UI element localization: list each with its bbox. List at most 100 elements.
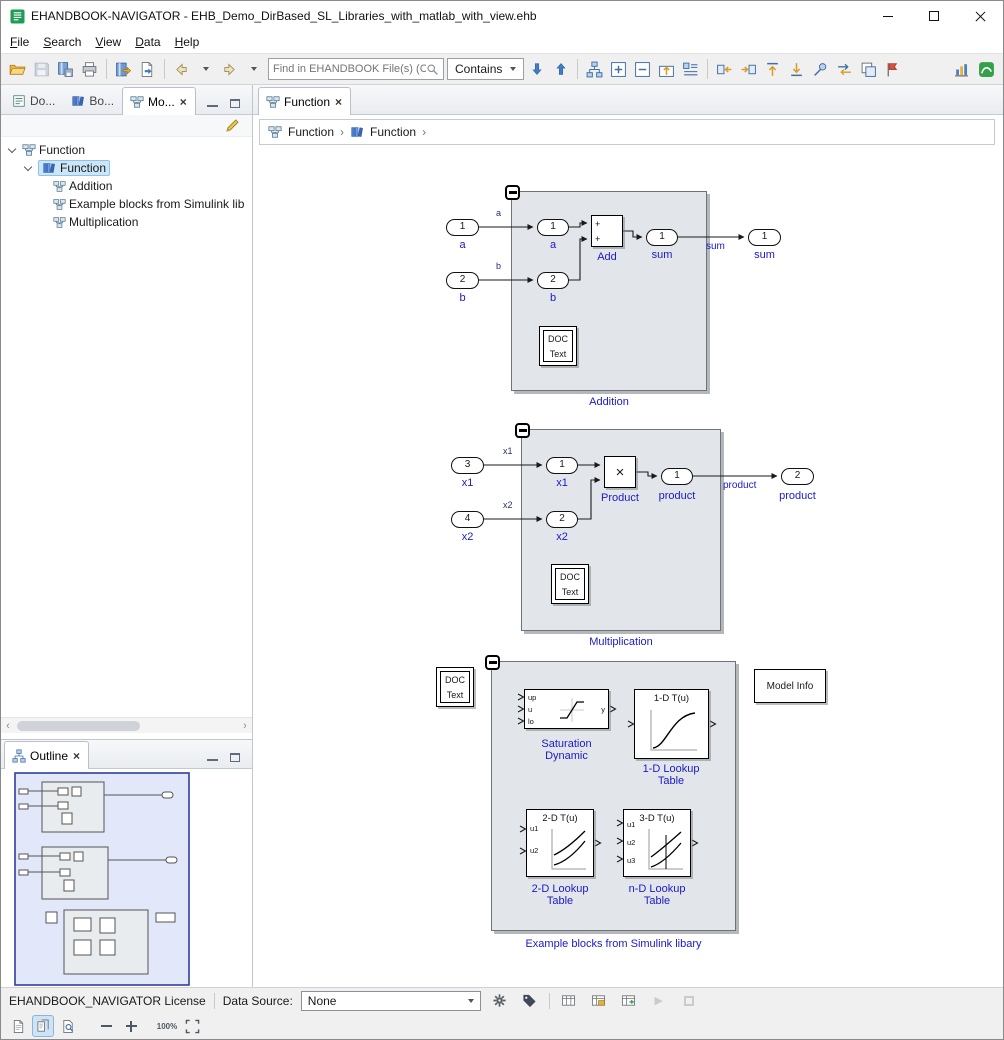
find-next-button[interactable] [525, 57, 548, 81]
goto-parent-button[interactable] [655, 57, 678, 81]
doc-text-block[interactable]: DOC Text [436, 667, 474, 707]
breadcrumb-item-function[interactable]: Function [288, 125, 334, 139]
lookup-2d-block[interactable]: 2-D T(u) u1 u2 [526, 809, 594, 877]
tree-horizontal-scrollbar[interactable]: ‹ › [1, 717, 252, 733]
export-book-button[interactable] [112, 57, 135, 81]
tab-document[interactable]: Do... [4, 87, 63, 114]
tree-item-addition[interactable]: Addition [1, 177, 252, 195]
inport-block[interactable]: 3 [451, 457, 484, 474]
zoom-in-button[interactable] [120, 1015, 142, 1037]
link-selection-button[interactable] [833, 57, 856, 81]
open-in-matlab-button[interactable] [975, 57, 998, 81]
tree-item-function[interactable]: Function [1, 159, 252, 177]
inner-inport-block[interactable]: 1 [537, 219, 569, 236]
lookup-1d-block[interactable]: 1-D T(u) [634, 689, 709, 759]
expand-subsystem-button[interactable] [607, 57, 630, 81]
zoom-100-button[interactable]: 100% [156, 1015, 178, 1037]
model-canvas[interactable]: 1 a 2 b a b 1 a 2 b + + Add 1 sum sum 1 … [253, 149, 1003, 987]
maximize-view-button[interactable] [230, 99, 240, 108]
doc-text-block[interactable]: DOC Text [551, 564, 589, 604]
tree-item-multiplication[interactable]: Multiplication [1, 213, 252, 231]
model-tree[interactable]: Function Function Addition Example block… [1, 137, 252, 717]
model-info-block[interactable]: Model Info [754, 669, 826, 703]
scroll-right-icon[interactable]: › [238, 719, 252, 733]
outport-block[interactable]: 1 [646, 229, 678, 246]
data-source-select[interactable]: None [301, 991, 481, 1011]
search-input[interactable] [273, 63, 426, 75]
tab-function[interactable]: Function × [258, 87, 351, 115]
selected-tree-item[interactable]: Function [38, 160, 110, 176]
scrollbar-track[interactable] [15, 720, 238, 732]
collapse-subsystem-button[interactable] [631, 57, 654, 81]
inner-inport-block[interactable]: 2 [546, 511, 578, 528]
back-history-dropdown[interactable] [194, 57, 217, 81]
saturation-dynamic-block[interactable]: up u lo y [524, 689, 609, 729]
fit-to-view-button[interactable] [181, 1015, 203, 1037]
copy-view-button[interactable] [857, 57, 880, 81]
start-measure-button[interactable]: ▶ [648, 990, 670, 1012]
product-block[interactable]: × [604, 456, 636, 488]
save-button[interactable] [30, 57, 53, 81]
multiplication-collapse-button[interactable] [515, 423, 530, 438]
navigate-back-button[interactable] [170, 57, 193, 81]
examples-collapse-button[interactable] [485, 655, 500, 670]
signal-sink-button[interactable] [785, 57, 808, 81]
continuous-view-button[interactable] [32, 1015, 54, 1037]
window-close-button[interactable] [957, 1, 1003, 31]
window-maximize-button[interactable] [911, 1, 957, 31]
forward-history-dropdown[interactable] [242, 57, 265, 81]
save-library-button[interactable] [54, 57, 77, 81]
inner-inport-block[interactable]: 2 [537, 272, 569, 289]
scroll-left-icon[interactable]: ‹ [1, 719, 15, 733]
scrollbar-thumb[interactable] [17, 721, 140, 731]
doc-text-block[interactable]: DOC Text [539, 326, 577, 366]
label-list-button[interactable] [558, 990, 580, 1012]
single-page-view-button[interactable] [7, 1015, 29, 1037]
edit-pencil-icon[interactable] [225, 118, 240, 133]
tab-close-icon[interactable]: × [334, 96, 343, 108]
inport-block[interactable]: 2 [446, 272, 479, 289]
signal-source-button[interactable] [761, 57, 784, 81]
tab-close-icon[interactable]: × [179, 96, 188, 108]
tree-item-example-blocks[interactable]: Example blocks from Simulink lib [1, 195, 252, 213]
menu-help[interactable]: Help [168, 32, 207, 52]
bookmark-button[interactable] [881, 57, 904, 81]
addition-collapse-button[interactable] [505, 185, 520, 200]
settings-button[interactable] [489, 990, 511, 1012]
outport-block[interactable]: 2 [781, 468, 814, 485]
open-file-button[interactable] [6, 57, 29, 81]
label-values-button[interactable] [588, 990, 610, 1012]
model-hierarchy-button[interactable] [583, 57, 606, 81]
contains-dropdown[interactable]: Contains [447, 58, 524, 80]
tab-close-icon[interactable]: × [72, 750, 81, 762]
label-export-button[interactable] [618, 990, 640, 1012]
tab-outline[interactable]: Outline × [4, 741, 89, 769]
maximize-view-button[interactable] [230, 753, 240, 762]
inport-block[interactable]: 4 [451, 511, 484, 528]
minimize-view-button[interactable] [207, 98, 218, 108]
add-block[interactable]: + + [591, 215, 623, 247]
outline-thumbnail[interactable] [14, 772, 190, 986]
inport-block[interactable]: 1 [446, 219, 479, 236]
outport-block[interactable]: 1 [748, 229, 781, 246]
zoom-out-button[interactable] [95, 1015, 117, 1037]
expander-icon[interactable] [8, 144, 16, 152]
minimize-view-button[interactable] [207, 752, 218, 762]
outport-block[interactable]: 1 [661, 468, 693, 485]
pin-view-button[interactable] [809, 57, 832, 81]
page-preview-button[interactable] [57, 1015, 79, 1037]
menu-data[interactable]: Data [128, 32, 167, 52]
label-manager-button[interactable] [519, 990, 541, 1012]
window-minimize-button[interactable] [865, 1, 911, 31]
model-list-view-button[interactable] [679, 57, 702, 81]
trace-signal-forward-button[interactable] [737, 57, 760, 81]
stop-measure-button[interactable] [678, 990, 700, 1012]
tab-model[interactable]: Mo... × [122, 87, 196, 115]
expander-icon[interactable] [24, 162, 32, 170]
navigate-forward-button[interactable] [218, 57, 241, 81]
lookup-nd-block[interactable]: 3-D T(u) u1 u2 u3 [623, 809, 691, 877]
print-button[interactable] [78, 57, 101, 81]
inner-inport-block[interactable]: 1 [546, 457, 578, 474]
trace-signal-back-button[interactable] [713, 57, 736, 81]
menu-search[interactable]: Search [36, 32, 88, 52]
